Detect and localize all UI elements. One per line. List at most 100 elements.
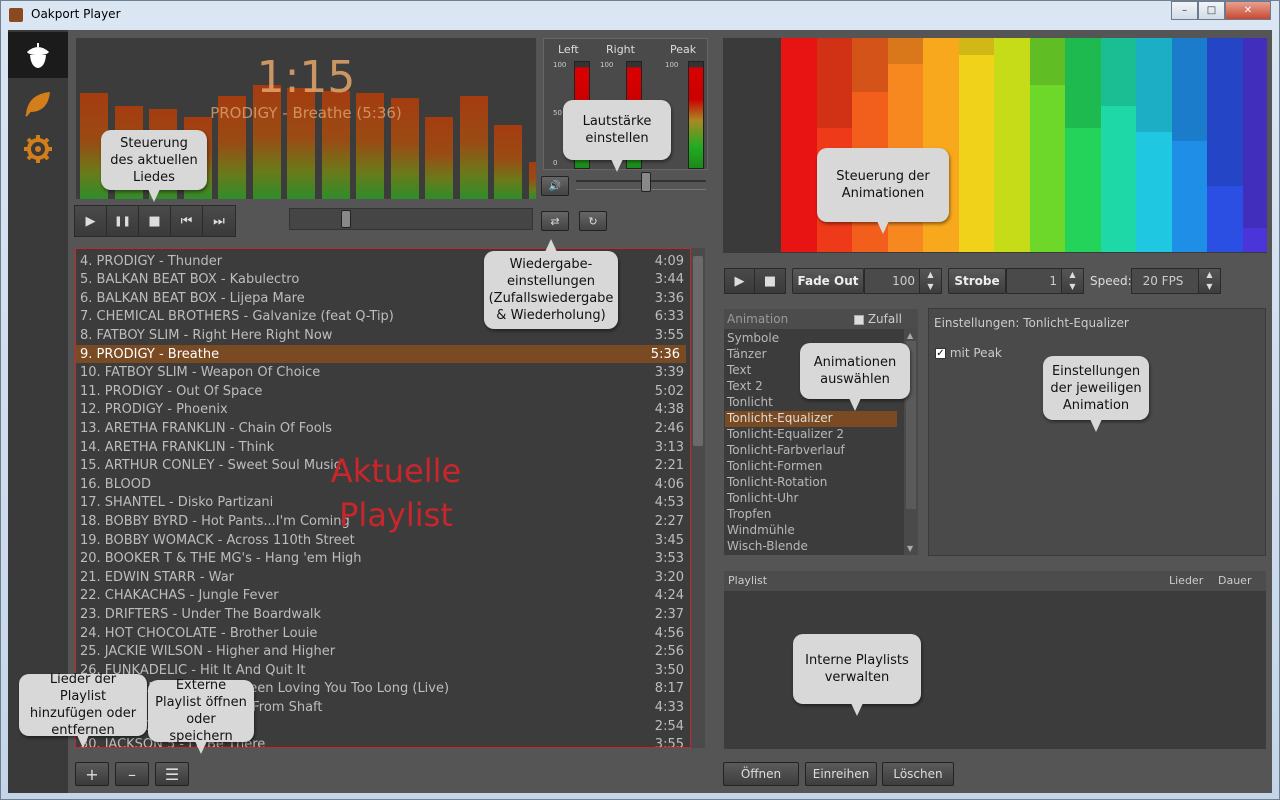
- track-duration: 3:45: [654, 532, 684, 548]
- play-button[interactable]: ▶: [75, 206, 107, 236]
- playlist-row[interactable]: 21. EDWIN STARR - War 3:20: [80, 568, 686, 586]
- peak-checkbox[interactable]: ✓ mit Peak: [935, 346, 1002, 360]
- scroll-up-icon[interactable]: ▲: [907, 331, 913, 340]
- sidebar-item-player[interactable]: [8, 32, 68, 78]
- animation-list-item[interactable]: Tropfen: [727, 507, 899, 523]
- meter-scale-mid: 50: [553, 109, 562, 117]
- track-duration: 2:37: [654, 606, 684, 622]
- checkbox-icon[interactable]: [854, 314, 864, 325]
- playlist-scrollbar[interactable]: [691, 248, 705, 748]
- plus-icon: +: [85, 764, 99, 784]
- up-arrow-icon[interactable]: ▲: [1199, 269, 1220, 281]
- animation-list-item[interactable]: Wisch-Blende: [727, 539, 899, 555]
- stop-icon: ■: [148, 213, 161, 229]
- strobe-spinner[interactable]: 1 ▲ ▼: [1006, 268, 1084, 294]
- track-title: 23. DRIFTERS - Under The Boardwalk: [80, 606, 322, 622]
- seek-slider[interactable]: [289, 208, 533, 230]
- track-title: 10. FATBOY SLIM - Weapon Of Choice: [80, 365, 321, 381]
- repeat-button[interactable]: ↻: [579, 211, 607, 231]
- animation-list-item[interactable]: Tonlicht-Equalizer 2: [727, 427, 899, 443]
- minimize-button[interactable]: –: [1171, 1, 1198, 20]
- animation-list-item[interactable]: Tonlicht-Formen: [727, 459, 899, 475]
- playlist-row[interactable]: 11. PRODIGY - Out Of Space 5:02: [80, 382, 686, 400]
- remove-songs-button[interactable]: –: [115, 762, 149, 786]
- animation-column: [994, 38, 1030, 252]
- fade-out-spinner[interactable]: 100 ▲ ▼: [864, 268, 942, 294]
- animation-list-item[interactable]: Tonlicht-Farbverlauf: [727, 443, 899, 459]
- volume-slider-handle[interactable]: [640, 172, 651, 192]
- meter-scale-right-top: 100: [600, 61, 614, 69]
- playlist-scrollbar-thumb[interactable]: [693, 256, 703, 446]
- track-duration: 8:17: [654, 681, 684, 697]
- scroll-down-icon[interactable]: ▼: [907, 544, 913, 553]
- playlist-row[interactable]: 23. DRIFTERS - Under The Boardwalk 2:37: [80, 605, 686, 623]
- spectrum-bar: [425, 116, 453, 199]
- checkmark-icon[interactable]: ✓: [935, 348, 946, 359]
- enqueue-button[interactable]: Einreihen: [805, 762, 877, 786]
- down-arrow-icon[interactable]: ▼: [920, 281, 941, 293]
- animation-stop-button[interactable]: ■: [755, 269, 785, 293]
- playlist-row[interactable]: 9. PRODIGY - Breathe 5:36: [76, 345, 686, 363]
- spinner-arrows[interactable]: ▲ ▼: [1061, 269, 1083, 293]
- shuffle-button[interactable]: ⇄: [541, 211, 569, 231]
- playlist-row[interactable]: 20. BOOKER T & THE MG's - Hang 'em High 3…: [80, 550, 686, 568]
- close-button[interactable]: ✕: [1225, 1, 1271, 20]
- add-songs-button[interactable]: +: [75, 762, 109, 786]
- open-button[interactable]: Öffnen: [723, 762, 799, 786]
- meter-peak-label: Peak: [670, 43, 697, 56]
- delete-button[interactable]: Löschen: [882, 762, 954, 786]
- animation-column: [958, 38, 995, 252]
- fade-out-button[interactable]: Fade Out: [792, 268, 864, 294]
- animation-list-item[interactable]: Tonlicht-Equalizer: [725, 411, 897, 427]
- track-duration: 3:55: [654, 737, 684, 748]
- spinner-arrows[interactable]: ▲ ▼: [1198, 269, 1220, 293]
- column-songs[interactable]: Lieder: [1169, 571, 1203, 591]
- meter-bar-peak: [688, 61, 704, 169]
- random-checkbox[interactable]: Zufall: [854, 309, 902, 329]
- animation-column-shade: [1029, 38, 1066, 86]
- playlist-row[interactable]: 25. JACKIE WILSON - Higher and Higher 2:5…: [80, 643, 686, 661]
- animation-list-item[interactable]: Tonlicht-Rotation: [727, 475, 899, 491]
- column-duration[interactable]: Dauer: [1218, 571, 1251, 591]
- playlist-watermark: Aktuelle Playlist: [330, 452, 462, 534]
- volume-slider[interactable]: [576, 172, 706, 192]
- animation-list-header: Animation Zufall: [724, 309, 918, 329]
- track-title: 12. PRODIGY - Phoenix: [80, 402, 228, 418]
- track-duration: 4:24: [654, 588, 684, 604]
- next-button[interactable]: ⏭: [203, 206, 235, 236]
- window-controls: – □ ✕: [1171, 1, 1271, 20]
- down-arrow-icon[interactable]: ▼: [1199, 281, 1220, 293]
- down-arrow-icon[interactable]: ▼: [1062, 281, 1083, 293]
- playlist-row[interactable]: 24. HOT CHOCOLATE - Brother Louie 4:56: [80, 624, 686, 642]
- callout-playback-settings: Wiedergabe-einstellungen (Zufallswiederg…: [484, 239, 618, 329]
- speed-spinner[interactable]: 20 FPS ▲ ▼: [1131, 268, 1221, 294]
- playlist-row[interactable]: 12. PRODIGY - Phoenix 4:38: [80, 401, 686, 419]
- playlist-row[interactable]: 10. FATBOY SLIM - Weapon Of Choice 3:39: [80, 364, 686, 382]
- column-playlist[interactable]: Playlist: [728, 571, 767, 591]
- external-playlist-button[interactable]: ☰: [155, 762, 189, 786]
- seek-slider-handle[interactable]: [341, 210, 352, 228]
- sidebar-item-light[interactable]: [8, 80, 68, 126]
- animation-transport: ▶ ■: [724, 268, 786, 294]
- track-title: 5. BALKAN BEAT BOX - Kabulectro: [80, 272, 300, 288]
- animation-list-item[interactable]: Windmühle: [727, 523, 899, 539]
- pause-button[interactable]: ❚❚: [107, 206, 139, 236]
- playlist-row[interactable]: 13. ARETHA FRANKLIN - Chain Of Fools 2:46: [80, 419, 686, 437]
- sidebar-item-settings[interactable]: [8, 126, 68, 172]
- track-duration: 2:27: [654, 513, 684, 529]
- spinner-arrows[interactable]: ▲ ▼: [919, 269, 941, 293]
- up-arrow-icon[interactable]: ▲: [920, 269, 941, 281]
- animation-list-item[interactable]: Tonlicht-Uhr: [727, 491, 899, 507]
- stop-button[interactable]: ■: [139, 206, 171, 236]
- maximize-button[interactable]: □: [1198, 1, 1225, 20]
- spectrum-bar: [528, 161, 536, 199]
- playlist-row[interactable]: 8. FATBOY SLIM - Right Here Right Now 3:5…: [80, 326, 686, 344]
- mute-button[interactable]: 🔊: [541, 176, 569, 196]
- track-duration: 2:21: [654, 458, 684, 474]
- playlist-row[interactable]: 22. CHAKACHAS - Jungle Fever 4:24: [80, 587, 686, 605]
- animation-play-button[interactable]: ▶: [725, 269, 755, 293]
- animation-column: [1171, 38, 1208, 252]
- up-arrow-icon[interactable]: ▲: [1062, 269, 1083, 281]
- strobe-button[interactable]: Strobe: [948, 268, 1006, 294]
- previous-button[interactable]: ⏮: [171, 206, 203, 236]
